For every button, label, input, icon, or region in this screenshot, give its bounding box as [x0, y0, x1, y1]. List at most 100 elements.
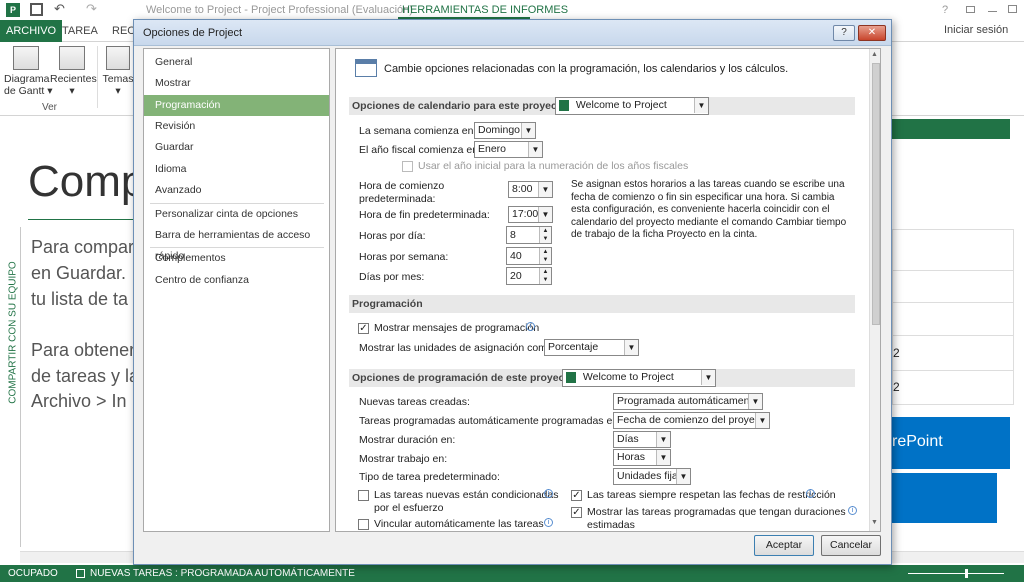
effort-driven-checkbox[interactable]: [358, 490, 369, 501]
use-start-year-checkbox[interactable]: [402, 161, 413, 172]
zoom-thumb[interactable]: [965, 569, 968, 578]
nav-complementos[interactable]: Complementos: [144, 248, 329, 269]
days-month-label: Días por mes:: [359, 271, 425, 283]
cancel-button[interactable]: Cancelar: [821, 535, 881, 556]
duration-select[interactable]: Días ▼: [613, 431, 671, 448]
status-bar: OCUPADO NUEVAS TAREAS : PROGRAMADA AUTOM…: [0, 565, 1024, 582]
bg-green-band: [892, 119, 1010, 139]
nav-personalizar-cinta[interactable]: Personalizar cinta de opciones: [144, 204, 329, 225]
bg-line: de tareas y la: [31, 366, 140, 386]
end-time-select[interactable]: 17:00 ▼: [508, 206, 553, 223]
zoom-slider[interactable]: [908, 573, 1004, 574]
status-mode: OCUPADO: [8, 568, 58, 579]
help-icon[interactable]: ?: [942, 4, 948, 16]
restore-icon[interactable]: [966, 6, 975, 13]
gantt-chart-icon: [13, 46, 39, 70]
bg-heading-rule: [28, 219, 138, 220]
dialog-title: Opciones de Project: [143, 27, 243, 39]
nav-revision[interactable]: Revisión: [144, 116, 329, 137]
show-messages-checkbox[interactable]: ✓: [358, 323, 369, 334]
nav-avanzado[interactable]: Avanzado: [144, 180, 329, 201]
respect-dates-checkbox[interactable]: ✓: [571, 490, 582, 501]
tab-archivo[interactable]: ARCHIVO: [0, 20, 63, 42]
hours-week-value: 40: [510, 250, 522, 262]
themes-button[interactable]: Temas ▾: [102, 46, 134, 97]
scroll-up-icon[interactable]: ▲: [871, 51, 878, 58]
signin-link[interactable]: Iniciar sesión: [944, 24, 1008, 36]
dialog-help-button[interactable]: ?: [833, 25, 855, 41]
themes-icon: [106, 46, 130, 70]
save-icon[interactable]: [30, 3, 43, 16]
nav-idioma[interactable]: Idioma: [144, 159, 329, 180]
ok-button[interactable]: Aceptar: [754, 535, 814, 556]
show-estimated-checkbox[interactable]: ✓: [571, 507, 582, 518]
week-start-value: Domingo: [478, 124, 521, 136]
hours-day-label: Horas por día:: [359, 230, 426, 242]
bg-table-row: [893, 370, 1013, 371]
project-logo-icon: P: [6, 3, 20, 17]
task-type-label: Tipo de tarea predeterminado:: [359, 471, 500, 483]
week-start-select[interactable]: Domingo ▼: [474, 122, 536, 139]
nav-programacion[interactable]: Programación: [144, 95, 329, 116]
ribbon-divider: [97, 46, 98, 108]
tab-tarea[interactable]: TAREA: [56, 20, 104, 42]
status-tasks[interactable]: NUEVAS TAREAS : PROGRAMADA AUTOMÁTICAMEN…: [90, 568, 355, 579]
nav-guardar[interactable]: Guardar: [144, 137, 329, 158]
show-estimated-label: Mostrar las tareas programadas que tenga…: [587, 506, 846, 518]
bg-line: en Guardar.: [31, 263, 127, 283]
chevron-down-icon: ▼: [656, 450, 670, 465]
auto-scheduled-select[interactable]: Fecha de comienzo del proyecto ▼: [613, 412, 770, 429]
hours-week-stepper[interactable]: 40 ▲ ▼: [506, 247, 552, 265]
stepper-arrows-icon[interactable]: ▲ ▼: [539, 227, 551, 243]
task-type-select[interactable]: Unidades fijas ▼: [613, 468, 691, 485]
undo-icon[interactable]: ↶: [54, 1, 65, 17]
content-scrollbar[interactable]: ▲ ▼: [869, 49, 880, 531]
scroll-down-icon[interactable]: ▼: [871, 519, 878, 526]
nav-mostrar[interactable]: Mostrar: [144, 73, 329, 94]
chevron-down-icon: ▼: [538, 207, 552, 222]
nav-barra-acceso-rapido[interactable]: Barra de herramientas de acceso rápido: [144, 225, 329, 262]
start-time-select[interactable]: 8:00 ▼: [508, 181, 553, 198]
project-file-icon: [566, 371, 576, 383]
bg-table: 2 2: [892, 229, 1014, 405]
dialog-titlebar: Opciones de Project ? ✕: [134, 20, 891, 46]
days-month-stepper[interactable]: 20 ▲ ▼: [506, 267, 552, 285]
recent-icon: [59, 46, 85, 70]
chevron-down-icon: ▼: [694, 98, 708, 113]
fiscal-year-select[interactable]: Enero ▼: [474, 141, 543, 158]
hours-day-stepper[interactable]: 8 ▲ ▼: [506, 226, 552, 244]
days-month-value: 20: [510, 270, 522, 282]
bg-side-label: COMPARTIR CON SU EQUIPO: [7, 261, 19, 404]
info-icon: i: [526, 322, 535, 331]
units-select[interactable]: Porcentaje ▼: [544, 339, 639, 356]
autolink-label: Vincular automáticamente las tareas: [374, 518, 544, 530]
nav-general[interactable]: General: [144, 52, 329, 73]
calendar-project-select[interactable]: Welcome to Project ▼: [555, 97, 709, 115]
app-titlebar: P ↶ ↷ Welcome to Project - Project Profe…: [0, 0, 1024, 20]
chevron-down-icon: ▼: [701, 370, 715, 385]
autolink-checkbox[interactable]: [358, 519, 369, 530]
dialog-close-button[interactable]: ✕: [858, 25, 886, 41]
bg-line: tu lista de ta: [31, 289, 129, 309]
end-time-value: 17:00: [512, 208, 539, 220]
work-select[interactable]: Horas ▼: [613, 449, 671, 466]
fiscal-year-value: Enero: [478, 143, 507, 155]
options-nav: General Mostrar Programación Revisión Gu…: [143, 48, 330, 532]
stepper-arrows-icon[interactable]: ▲ ▼: [539, 248, 551, 264]
minimize-icon[interactable]: [988, 11, 997, 12]
hours-week-label: Horas por semana:: [359, 251, 449, 263]
chevron-down-icon: ▼: [656, 432, 670, 447]
project-sched-select[interactable]: Welcome to Project ▼: [562, 369, 716, 387]
gantt-chart-button[interactable]: Diagrama de Gantt ▾: [4, 46, 52, 97]
nav-centro-confianza[interactable]: Centro de confianza: [144, 270, 329, 291]
new-tasks-select[interactable]: Programada automáticamente ▼: [613, 393, 763, 410]
stepper-arrows-icon[interactable]: ▲ ▼: [539, 268, 551, 284]
work-value: Horas: [617, 451, 646, 463]
status-task-icon: [76, 569, 85, 578]
maximize-icon[interactable]: [1008, 5, 1017, 13]
redo-icon[interactable]: ↷: [86, 1, 97, 17]
recent-button[interactable]: Recientes ▾: [50, 46, 97, 97]
options-dialog: Opciones de Project ? ✕ General Mostrar …: [133, 19, 892, 565]
scroll-thumb[interactable]: [872, 63, 880, 325]
page-intro: Cambie opciones relacionadas con la prog…: [384, 63, 789, 75]
